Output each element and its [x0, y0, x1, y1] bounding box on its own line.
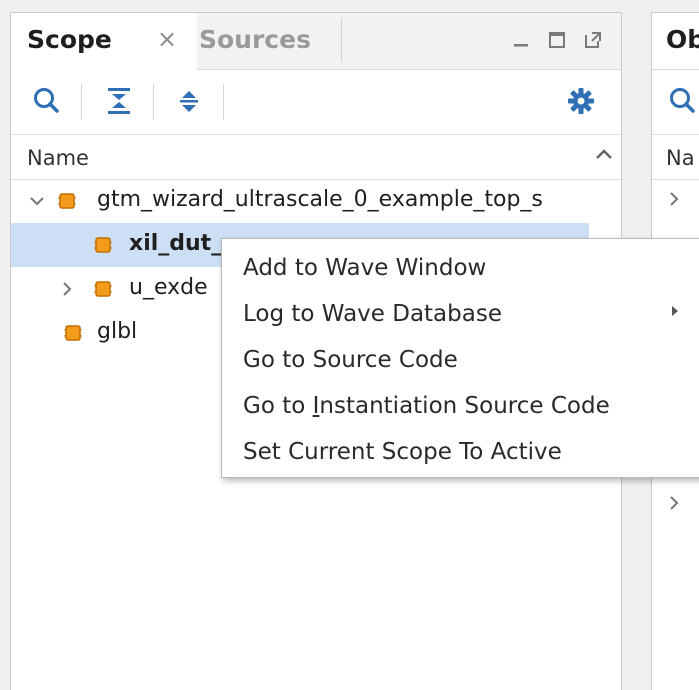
submenu-arrow-icon — [669, 303, 681, 323]
name-column-header[interactable]: Name — [11, 135, 621, 180]
tab-sources[interactable]: Sources — [199, 25, 311, 54]
search-icon[interactable] — [27, 81, 67, 121]
tree-row[interactable]: gtm_wizard_ultrascale_0_example_top_s — [11, 179, 589, 223]
minimize-icon[interactable] — [505, 23, 537, 57]
name-column-label: Name — [27, 146, 89, 170]
tab-scope[interactable]: Scope × — [11, 13, 197, 70]
menu-item-label-suffix: nstantiation Source Code — [319, 393, 610, 419]
menu-item-label: Set Current Scope To Active — [243, 439, 562, 465]
menu-item-label: Log to Wave Database — [243, 301, 502, 327]
menu-item-label: Go to Source Code — [243, 347, 458, 373]
menu-item-label: Add to Wave Window — [243, 255, 487, 281]
menu-item-label: Go to Instantiation Source Code — [243, 393, 610, 419]
menu-item-add-to-wave[interactable]: Add to Wave Window — [243, 247, 699, 291]
objects-name-header[interactable]: Na — [652, 135, 699, 180]
tab-objects[interactable]: Ob — [666, 25, 699, 54]
chevron-right-icon[interactable] — [57, 279, 77, 299]
module-chip-icon — [64, 324, 82, 342]
context-menu: Add to Wave Window Log to Wave Database … — [221, 238, 699, 478]
chevron-right-icon[interactable] — [664, 189, 699, 229]
scope-toolbar — [11, 70, 621, 135]
restore-icon[interactable] — [541, 23, 573, 57]
tree-item-label: xil_dut_ — [129, 231, 223, 256]
module-chip-icon — [58, 192, 76, 210]
float-icon[interactable] — [577, 23, 609, 57]
chevron-down-icon[interactable] — [27, 191, 47, 211]
toolbar-divider — [153, 84, 154, 120]
tree-item-label: glbl — [97, 319, 138, 344]
scope-tab-bar: Scope × Sources — [11, 13, 621, 70]
menu-item-go-to-source[interactable]: Go to Source Code — [243, 339, 699, 383]
search-icon[interactable] — [668, 86, 698, 120]
collapse-all-icon[interactable] — [99, 81, 139, 121]
tree-item-label: gtm_wizard_ultrascale_0_example_top_s — [97, 187, 543, 212]
chevron-right-icon[interactable] — [664, 493, 699, 533]
module-chip-icon — [94, 236, 112, 254]
tree-item-label: u_exde — [129, 275, 208, 300]
tab-divider — [341, 18, 342, 62]
expand-all-icon[interactable] — [169, 81, 209, 121]
toolbar-divider — [81, 84, 82, 120]
objects-toolbar — [652, 70, 699, 135]
menu-item-set-current-scope[interactable]: Set Current Scope To Active — [243, 431, 699, 475]
objects-tab-bar: Ob — [652, 13, 699, 70]
objects-name-label: Na — [666, 146, 695, 170]
gear-icon[interactable] — [561, 81, 601, 121]
tab-scope-label: Scope — [27, 25, 112, 54]
menu-item-go-to-instantiation[interactable]: Go to Instantiation Source Code — [243, 385, 699, 429]
scroll-up-icon[interactable] — [593, 143, 615, 169]
menu-item-label-prefix: Go to — [243, 393, 313, 419]
toolbar-divider — [223, 84, 224, 120]
tab-close-icon[interactable]: × — [157, 25, 177, 53]
menu-item-log-to-wave-db[interactable]: Log to Wave Database — [243, 293, 699, 337]
module-chip-icon — [94, 280, 112, 298]
